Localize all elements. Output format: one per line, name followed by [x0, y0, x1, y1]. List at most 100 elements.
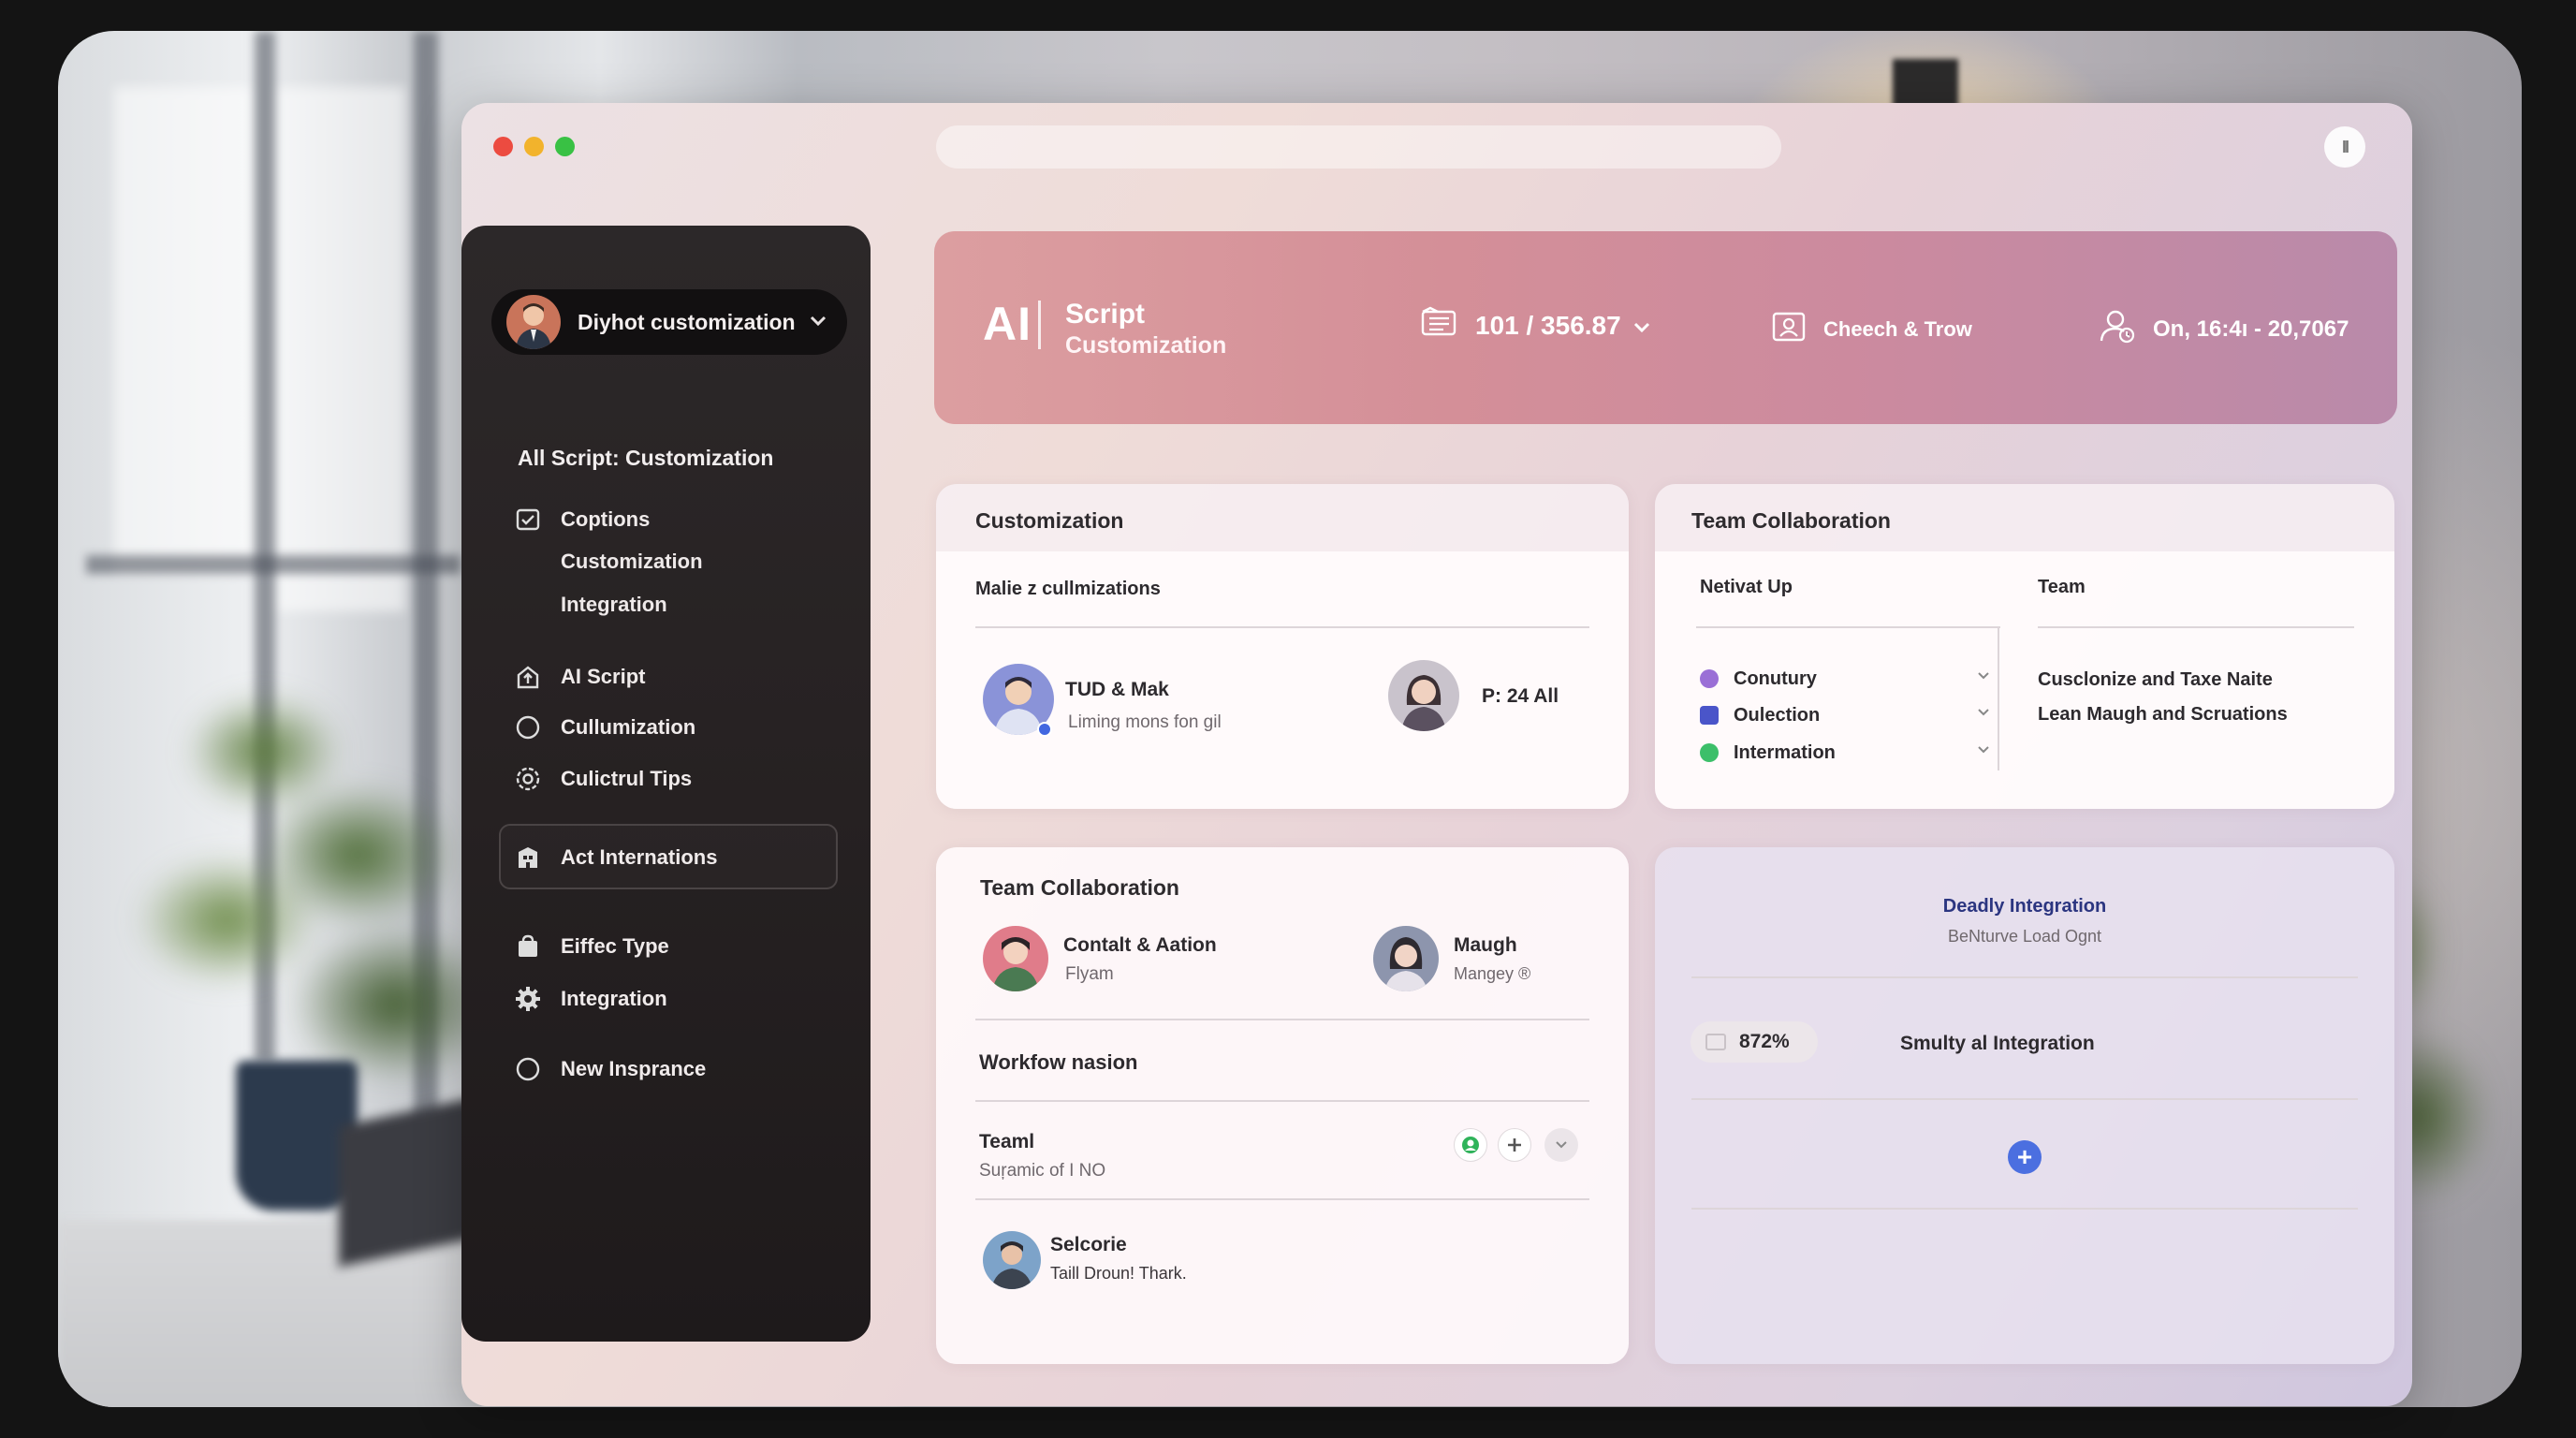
- divider: [975, 1019, 1589, 1020]
- option-label: Conutury: [1734, 668, 1817, 689]
- avatar[interactable]: [983, 926, 1048, 991]
- workflow-row-title: Teaml: [979, 1131, 1035, 1152]
- person-name: TUD & Mak: [1065, 679, 1169, 700]
- chevron-down-icon: [809, 313, 827, 332]
- sidebar-item-label: Culictrul Tips: [561, 767, 693, 790]
- close-dot[interactable]: [493, 137, 513, 156]
- option-label: Oulection: [1734, 705, 1821, 726]
- divider: [1691, 976, 2358, 978]
- option-status-icon: [1700, 743, 1719, 762]
- divider: [975, 626, 1589, 628]
- sidebar-item-ai-script[interactable]: AI Script: [514, 663, 645, 691]
- header-stat-date: On, 16:4ı - 20,7067: [2153, 315, 2349, 342]
- sidebar-item-integration[interactable]: Integration: [514, 985, 667, 1013]
- card-title: Customization: [975, 508, 1124, 533]
- app-window: II Diyhot customization All Script: Cust…: [461, 103, 2412, 1406]
- person-name: Contalt & Aation: [1063, 934, 1217, 956]
- customization-card: Customization Malie z cullmizations TUD …: [936, 484, 1629, 809]
- sidebar-item-label: Integration: [561, 987, 667, 1010]
- chevron-down-icon[interactable]: [1976, 706, 1991, 723]
- divider: [975, 1198, 1589, 1200]
- window-pane: [273, 87, 404, 611]
- sidebar-item-cullumization[interactable]: Cullumization: [514, 713, 695, 741]
- minimize-dot[interactable]: [524, 137, 544, 156]
- workflow-row-subtitle: Suŗamic of I NO: [979, 1161, 1106, 1181]
- pause-button[interactable]: II: [2324, 126, 2365, 168]
- profile-name: Diyhot customization: [578, 309, 796, 334]
- address-bar[interactable]: [936, 125, 1781, 169]
- divider: [1691, 1098, 2358, 1100]
- person-description: Taill Droun! Thark.: [1050, 1264, 1187, 1283]
- card-title: Team Collaboration: [1691, 508, 1891, 533]
- sidebar-item-act-internations[interactable]: Act Internations: [514, 844, 717, 872]
- bag-icon: [514, 932, 542, 961]
- column-header: Netivat Up: [1700, 577, 1793, 597]
- checkbox-icon: [514, 506, 542, 534]
- avatar[interactable]: [1388, 660, 1459, 731]
- maximize-dot[interactable]: [555, 137, 575, 156]
- chevron-down-icon[interactable]: [1976, 743, 1991, 760]
- header-stat-schedule[interactable]: On, 16:4ı - 20,7067: [2099, 308, 2349, 350]
- sidebar-heading: All Script: Customization: [518, 446, 774, 470]
- option-label: Intermation: [1734, 742, 1836, 763]
- sidebar-item-label: Eiffec Type: [561, 934, 669, 958]
- sidebar: Diyhot customization All Script: Customi…: [461, 226, 871, 1342]
- progress-pill[interactable]: 872%: [1690, 1021, 1818, 1063]
- list-icon: [1421, 306, 1458, 345]
- profile-switcher[interactable]: Diyhot customization: [491, 289, 847, 355]
- avatar[interactable]: [983, 1231, 1041, 1289]
- sidebar-subitem-customization[interactable]: Customization: [561, 550, 703, 574]
- sidebar-item-coptions[interactable]: Coptions: [514, 506, 650, 534]
- status-icon-button[interactable]: [1454, 1128, 1487, 1162]
- card-title: Team Collaboration: [980, 875, 1179, 900]
- avatar[interactable]: [1373, 926, 1439, 991]
- option-row[interactable]: Intermation: [1700, 740, 1999, 768]
- participant-count: P: 24 All: [1482, 685, 1559, 707]
- header-stat-team[interactable]: Cheech & Trow: [1771, 310, 1972, 349]
- sidebar-item-new-insprance[interactable]: New Insprance: [514, 1055, 706, 1083]
- card-body: Netivat Up Team Conutury Oulection Inter…: [1655, 551, 2394, 809]
- header-stat-value: 101 / 356.87: [1475, 310, 1621, 340]
- add-button[interactable]: [1498, 1128, 1531, 1162]
- window-pane: [114, 87, 255, 574]
- person-role: Flyam: [1065, 964, 1114, 984]
- sidebar-item-label: Act Internations: [561, 845, 718, 869]
- integration-card: Deadly Integration BeNturve Load Ognt 87…: [1655, 847, 2394, 1364]
- team-description: Lean Maugh and Scruations: [2038, 704, 2288, 725]
- sidebar-item-culictrul-tips[interactable]: Culictrul Tips: [514, 765, 692, 793]
- user-clock-icon: [2099, 308, 2136, 350]
- chevron-down-icon[interactable]: [1976, 669, 1991, 686]
- gear-icon: [514, 985, 542, 1013]
- option-row[interactable]: Oulection: [1700, 702, 1999, 730]
- team-collaboration-card: Team Collaboration Netivat Up Team Conut…: [1655, 484, 2394, 809]
- window-controls: [493, 137, 575, 156]
- window-frame: [86, 555, 461, 574]
- home-upload-icon: [514, 663, 542, 691]
- divider: [1696, 626, 2000, 628]
- sidebar-subitem-integration[interactable]: Integration: [561, 593, 667, 617]
- person-role: Mangey ®: [1454, 964, 1531, 983]
- circle-icon: [514, 1055, 542, 1083]
- divider: [2038, 626, 2354, 628]
- online-indicator: [1037, 722, 1052, 737]
- chevron-down-icon: [1632, 311, 1651, 341]
- team-collaboration-detail-card: Team Collaboration Contalt & Aation Flya…: [936, 847, 1629, 1364]
- header-stat-label: Cheech & Trow: [1823, 317, 1972, 341]
- add-integration-button[interactable]: +: [2008, 1140, 2042, 1174]
- section-title: Workfow nasion: [979, 1050, 1138, 1074]
- id-card-icon: [1771, 310, 1807, 349]
- card-title: Deadly Integration: [1942, 896, 2107, 917]
- expand-button[interactable]: [1544, 1128, 1578, 1162]
- header-stat-metric[interactable]: 101 / 356.87: [1421, 306, 1651, 345]
- option-row[interactable]: Conutury: [1700, 666, 1999, 694]
- sidebar-item-label: Coptions: [561, 507, 651, 531]
- header-divider: [1038, 301, 1041, 349]
- sidebar-item-eiffec-type[interactable]: Eiffec Type: [514, 932, 669, 961]
- battery-icon: [1705, 1034, 1726, 1050]
- person-name: Maugh: [1454, 934, 1517, 956]
- sidebar-item-label: AI Script: [561, 665, 646, 688]
- circle-icon: [514, 713, 542, 741]
- header-subtitle: Customization: [1065, 332, 1227, 359]
- building-icon: [514, 844, 542, 872]
- header-title: Script: [1065, 299, 1146, 330]
